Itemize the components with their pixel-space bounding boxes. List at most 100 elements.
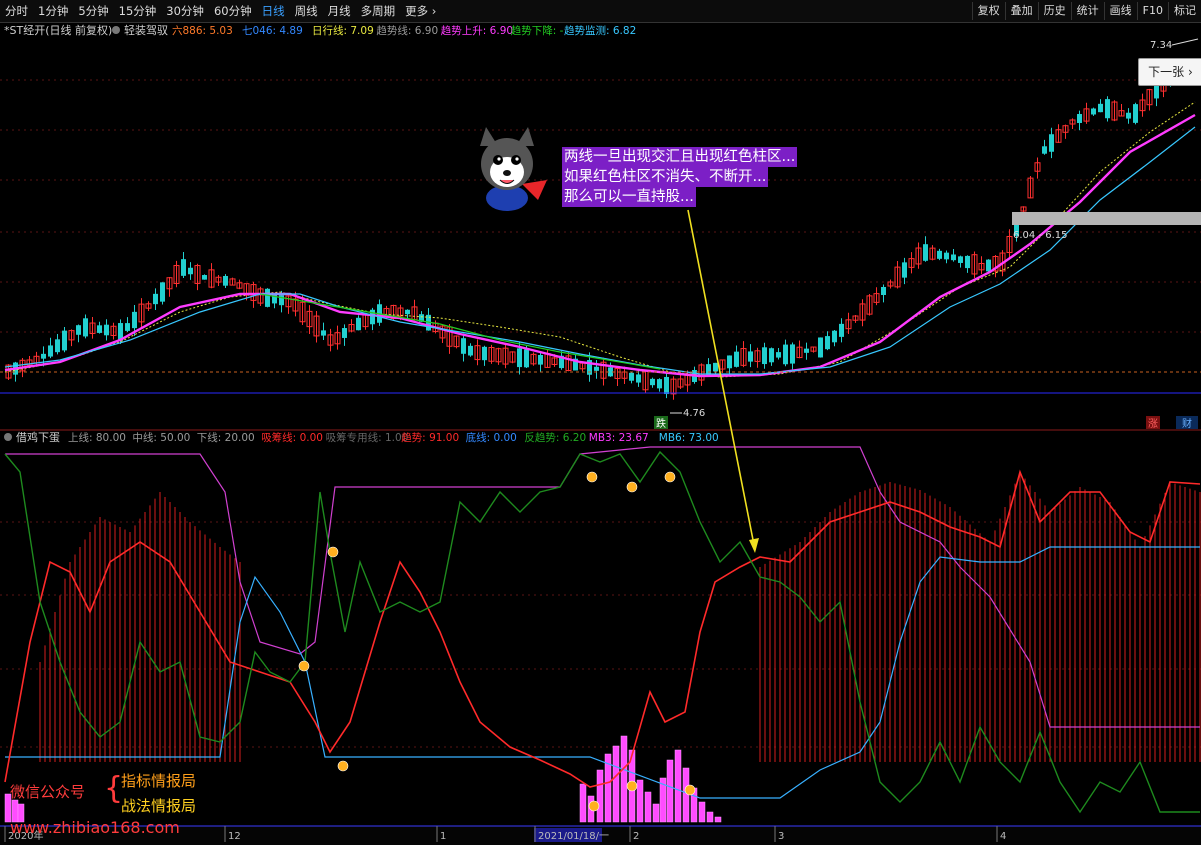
signal-ball-icon bbox=[298, 660, 310, 672]
tf-60min[interactable]: 60分钟 bbox=[209, 3, 257, 19]
chevron-right-icon: › bbox=[431, 4, 437, 18]
arrowhead-icon bbox=[749, 538, 759, 553]
tf-30min[interactable]: 30分钟 bbox=[161, 3, 209, 19]
candle bbox=[1042, 146, 1047, 154]
candle bbox=[965, 255, 970, 269]
oscillator-lines bbox=[4, 446, 1201, 814]
wechat-label: 微信公众号 bbox=[10, 783, 86, 801]
low-label: 4.76 bbox=[683, 408, 705, 419]
tf-1min[interactable]: 1分钟 bbox=[33, 3, 73, 19]
tf-multi[interactable]: 多周期 bbox=[356, 3, 401, 19]
lower-legend-item-3: 吸筹线: 0.00 bbox=[261, 431, 323, 444]
signal-ball-icon bbox=[626, 780, 638, 792]
anti-trend-line bbox=[4, 450, 1200, 814]
candle bbox=[538, 354, 543, 365]
tf-weekly[interactable]: 周线 bbox=[290, 3, 323, 19]
candle bbox=[97, 325, 102, 333]
next-page-button[interactable]: 下一张 › bbox=[1138, 58, 1201, 86]
candle bbox=[1091, 108, 1096, 115]
tf-monthly[interactable]: 月线 bbox=[323, 3, 356, 19]
candle bbox=[482, 346, 487, 361]
chevron-right-icon: › bbox=[1188, 65, 1193, 79]
candle bbox=[734, 351, 739, 367]
price-legend: *ST经开(日线 前复权) 轻装驾驭 六886: 5.03 七046: 4.89 日… bbox=[4, 23, 636, 37]
lower-legend-item-6: 底线: 0.00 bbox=[466, 431, 517, 444]
tf-15min[interactable]: 15分钟 bbox=[114, 3, 162, 19]
candle bbox=[657, 379, 662, 389]
candle bbox=[125, 323, 130, 331]
history-button[interactable]: 历史 bbox=[1037, 2, 1071, 20]
signal-ball-icon bbox=[684, 784, 696, 796]
price-legend-item-2: 日行线: 7.09 bbox=[312, 24, 374, 37]
candle bbox=[636, 374, 641, 383]
high-marker bbox=[1171, 38, 1199, 46]
tf-more[interactable]: 更多 › bbox=[400, 3, 441, 19]
signal-ball-icon bbox=[586, 471, 598, 483]
candle bbox=[881, 287, 886, 295]
trend-line bbox=[4, 469, 1201, 788]
histogram-bar bbox=[666, 759, 674, 823]
histogram-bar bbox=[652, 803, 660, 823]
husky-mascot-icon bbox=[480, 127, 547, 211]
candle bbox=[839, 323, 844, 337]
price-range-band bbox=[1012, 212, 1201, 225]
settings-dot-icon[interactable] bbox=[112, 26, 120, 34]
lower-legend-item-1: 中线: 50.00 bbox=[132, 431, 190, 444]
lower-legend-item-5: 趋势: 91.00 bbox=[401, 431, 459, 444]
tf-daily[interactable]: 日线 bbox=[257, 3, 290, 19]
tf-5min[interactable]: 5分钟 bbox=[73, 3, 113, 19]
candle bbox=[202, 275, 207, 280]
tag-zhanfa: 战法情报局 bbox=[121, 797, 197, 815]
histogram-bar bbox=[698, 801, 706, 823]
signal-ball-icon bbox=[337, 760, 349, 772]
right-tools: 复权 叠加 历史 统计 画线 F10 标记 bbox=[971, 2, 1201, 20]
mark-button[interactable]: 标记 bbox=[1168, 2, 1201, 20]
histogram-bar bbox=[636, 779, 644, 823]
candle bbox=[83, 318, 88, 337]
f10-button[interactable]: F10 bbox=[1136, 2, 1168, 20]
candle bbox=[181, 259, 186, 276]
lower-legend-item-4: 吸筹专用线: 1.00 bbox=[326, 431, 409, 444]
stock-title: *ST经开(日线 前复权) bbox=[4, 23, 112, 37]
candle bbox=[48, 345, 53, 357]
indicator-name: 轻装驾驭 bbox=[124, 23, 168, 37]
overlay-button[interactable]: 叠加 bbox=[1004, 2, 1038, 20]
histogram-bar bbox=[706, 811, 714, 823]
candle bbox=[62, 330, 67, 351]
time-label: 1 bbox=[440, 831, 446, 842]
fuquan-button[interactable]: 复权 bbox=[971, 2, 1005, 20]
candle bbox=[223, 275, 228, 286]
callout-line-2: 如果红色柱区不消失、不断开... bbox=[562, 167, 769, 187]
lower-legend-item-0: 上线: 80.00 bbox=[68, 431, 126, 444]
signal-ball-icon bbox=[327, 546, 339, 558]
stats-button[interactable]: 统计 bbox=[1070, 2, 1104, 20]
zhang-badge-text: 涨 bbox=[1148, 418, 1158, 430]
candle bbox=[517, 348, 522, 368]
price-legend-item-3: 趋势线: 6.90 bbox=[376, 24, 438, 37]
price-legend-item-6: 趋势监测: 6.82 bbox=[564, 24, 636, 37]
draw-line-button[interactable]: 画线 bbox=[1103, 2, 1137, 20]
price-legend-item-5: 趋势下降: - bbox=[511, 24, 564, 37]
histogram-bar bbox=[682, 767, 690, 823]
candle bbox=[265, 288, 270, 307]
candle bbox=[818, 337, 823, 358]
candle bbox=[650, 378, 655, 386]
lower-legend-item-7: 反趋势: 6.20 bbox=[524, 431, 586, 444]
next-page-label: 下一张 bbox=[1148, 65, 1185, 79]
candle bbox=[1133, 104, 1138, 123]
time-label: 4 bbox=[1000, 831, 1006, 842]
tag-zhibiao: 指标情报局 bbox=[121, 772, 197, 790]
chart-area[interactable]: *ST经开(日线 前复权) 轻装驾驭 六886: 5.03 七046: 4.89 日… bbox=[0, 22, 1201, 845]
candle bbox=[804, 348, 809, 353]
candle bbox=[902, 262, 907, 278]
candle bbox=[76, 325, 81, 335]
lower-settings-dot-icon[interactable] bbox=[4, 433, 12, 441]
candle bbox=[594, 366, 599, 371]
histogram-bar bbox=[714, 816, 722, 823]
candle bbox=[468, 345, 473, 356]
time-label: 12 bbox=[228, 831, 241, 842]
signal-ball-icon bbox=[626, 481, 638, 493]
candle bbox=[321, 330, 326, 336]
high-label: 7.34 bbox=[1150, 40, 1172, 51]
tf-fenshi[interactable]: 分时 bbox=[0, 3, 33, 19]
